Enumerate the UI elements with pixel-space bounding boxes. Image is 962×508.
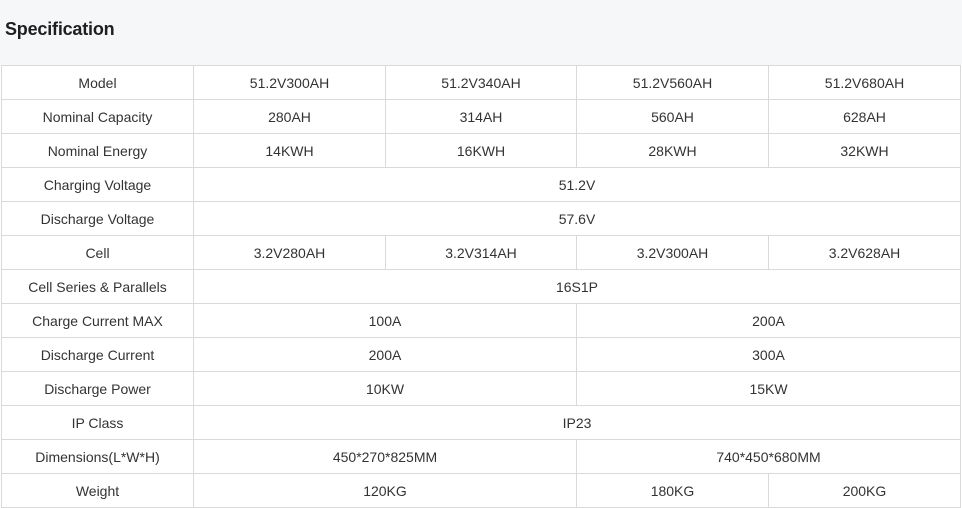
table-cell: 16S1P	[193, 269, 961, 304]
row-label: Discharge Current	[1, 337, 194, 372]
table-row: Nominal Capacity 280AH 314AH 560AH 628AH	[1, 99, 961, 134]
table-cell: 740*450*680MM	[576, 439, 961, 474]
table-cell: 200A	[576, 303, 961, 338]
table-cell: 3.2V314AH	[385, 235, 577, 270]
row-label: Discharge Voltage	[1, 201, 194, 236]
table-cell: 120KG	[193, 473, 577, 508]
table-row: Cell Series & Parallels 16S1P	[1, 269, 961, 304]
row-label: Charge Current MAX	[1, 303, 194, 338]
table-cell: 3.2V280AH	[193, 235, 386, 270]
table-row: Charging Voltage 51.2V	[1, 167, 961, 202]
table-cell: 51.2V300AH	[193, 65, 386, 100]
table-cell: 51.2V560AH	[576, 65, 769, 100]
table-row: Discharge Power 10KW 15KW	[1, 371, 961, 406]
table-cell: 628AH	[768, 99, 961, 134]
table-cell: 51.2V680AH	[768, 65, 961, 100]
table-row: Dimensions(L*W*H) 450*270*825MM 740*450*68…	[1, 439, 961, 474]
table-cell: 32KWH	[768, 133, 961, 168]
row-label: Charging Voltage	[1, 167, 194, 202]
specification-table: Model 51.2V300AH 51.2V340AH 51.2V560AH 51.2V…	[1, 65, 961, 508]
table-cell: 57.6V	[193, 201, 961, 236]
table-cell: 3.2V628AH	[768, 235, 961, 270]
table-row: Nominal Energy 14KWH 16KWH 28KWH 32KWH	[1, 133, 961, 168]
table-row: Weight 120KG 180KG 200KG	[1, 473, 961, 508]
row-label: Nominal Energy	[1, 133, 194, 168]
table-cell: 100A	[193, 303, 577, 338]
table-cell: 3.2V300AH	[576, 235, 769, 270]
row-label: Model	[1, 65, 194, 100]
table-row: IP Class IP23	[1, 405, 961, 440]
table-cell: 180KG	[576, 473, 769, 508]
table-cell: IP23	[193, 405, 961, 440]
table-cell: 51.2V340AH	[385, 65, 577, 100]
table-row: Discharge Current 200A 300A	[1, 337, 961, 372]
table-cell: 300A	[576, 337, 961, 372]
table-cell: 14KWH	[193, 133, 386, 168]
table-row: Cell 3.2V280AH 3.2V314AH 3.2V300AH 3.2V628AH	[1, 235, 961, 270]
table-cell: 28KWH	[576, 133, 769, 168]
page-title: Specification	[5, 19, 115, 39]
row-label: Dimensions(L*W*H)	[1, 439, 194, 474]
table-cell: 200A	[193, 337, 577, 372]
table-cell: 560AH	[576, 99, 769, 134]
table-cell: 200KG	[768, 473, 961, 508]
table-row: Charge Current MAX 100A 200A	[1, 303, 961, 338]
table-row: Model 51.2V300AH 51.2V340AH 51.2V560AH 51.2V…	[1, 65, 961, 100]
spec-header: Specification	[0, 0, 962, 65]
row-label: IP Class	[1, 405, 194, 440]
table-row: Discharge Voltage 57.6V	[1, 201, 961, 236]
table-cell: 16KWH	[385, 133, 577, 168]
row-label: Discharge Power	[1, 371, 194, 406]
table-cell: 10KW	[193, 371, 577, 406]
row-label: Nominal Capacity	[1, 99, 194, 134]
table-cell: 450*270*825MM	[193, 439, 577, 474]
table-cell: 51.2V	[193, 167, 961, 202]
row-label: Cell Series & Parallels	[1, 269, 194, 304]
row-label: Weight	[1, 473, 194, 508]
table-cell: 314AH	[385, 99, 577, 134]
table-cell: 15KW	[576, 371, 961, 406]
row-label: Cell	[1, 235, 194, 270]
table-cell: 280AH	[193, 99, 386, 134]
